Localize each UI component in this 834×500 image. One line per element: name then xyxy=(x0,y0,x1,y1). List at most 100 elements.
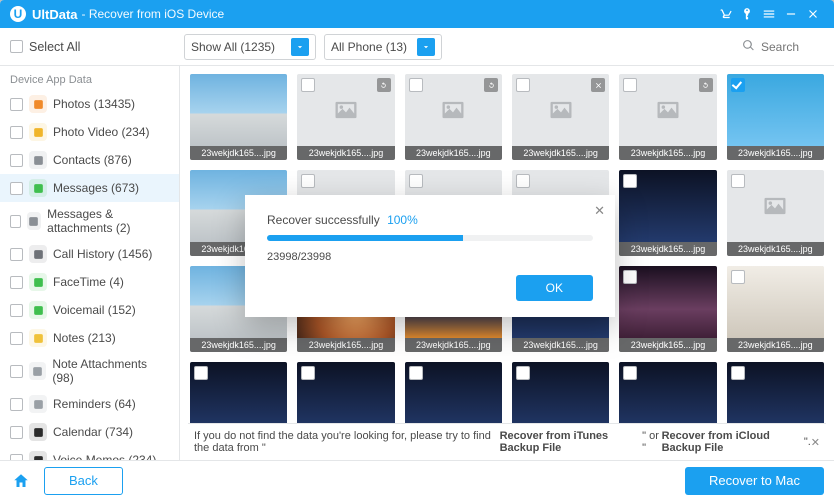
sidebar-item[interactable]: Call History (1456) xyxy=(0,240,179,268)
sidebar-item[interactable]: Voicemail (152) xyxy=(0,296,179,324)
sidebar-item[interactable]: Messages & attachments (2) xyxy=(0,202,179,240)
thumbnail-tile[interactable]: 23wekjdk165....jpg xyxy=(405,74,502,160)
category-checkbox[interactable] xyxy=(10,454,23,461)
category-checkbox[interactable] xyxy=(10,98,23,111)
category-checkbox[interactable] xyxy=(10,215,21,228)
tile-checkbox[interactable] xyxy=(731,366,745,380)
category-label: Note Attachments (98) xyxy=(52,357,169,385)
category-label: Voicemail (152) xyxy=(53,303,136,317)
category-label: Calendar (734) xyxy=(53,425,133,439)
select-all[interactable]: Select All xyxy=(10,40,176,54)
sidebar-item[interactable]: Photos (13435) xyxy=(0,90,179,118)
category-checkbox[interactable] xyxy=(10,304,23,317)
thumbnail-tile[interactable]: 23wekjdk165....jpg xyxy=(619,170,716,256)
category-checkbox[interactable] xyxy=(10,182,23,195)
tile-checkbox[interactable] xyxy=(409,78,423,92)
thumbnail-caption: 23wekjdk165....jpg xyxy=(190,338,287,352)
category-checkbox[interactable] xyxy=(10,332,23,345)
sidebar-item[interactable]: FaceTime (4) xyxy=(0,268,179,296)
thumbnail-tile[interactable]: 23wekjdk165....jpg xyxy=(619,266,716,352)
search-box[interactable] xyxy=(737,36,824,58)
thumbnail-caption: 23wekjdk165....jpg xyxy=(190,146,287,160)
filter-device-dropdown[interactable]: All Phone (13) xyxy=(324,34,442,60)
sidebar-item[interactable]: Notes (213) xyxy=(0,324,179,352)
category-checkbox[interactable] xyxy=(10,276,23,289)
category-icon xyxy=(29,301,47,319)
home-icon[interactable] xyxy=(10,470,32,492)
thumbnail-tile[interactable]: 23wekjdk165....jpg xyxy=(190,74,287,160)
modal-ok-label: OK xyxy=(546,281,563,295)
tile-checkbox[interactable] xyxy=(516,78,530,92)
app-title: UltData xyxy=(32,7,78,22)
thumbnail-caption: 23wekjdk165....jpg xyxy=(619,242,716,256)
tile-checkbox[interactable] xyxy=(516,174,530,188)
category-label: Messages & attachments (2) xyxy=(47,207,169,235)
category-icon xyxy=(29,245,47,263)
thumbnail-tile[interactable]: 23wekjdk165....jpg xyxy=(297,74,394,160)
sidebar-item[interactable]: Calendar (734) xyxy=(0,418,179,446)
thumbnail-tile[interactable]: 23wekjdk165....jpg xyxy=(727,74,824,160)
menu-icon[interactable] xyxy=(758,0,780,28)
category-icon xyxy=(29,95,47,113)
tile-checkbox[interactable] xyxy=(731,78,745,92)
thumbnail-tile[interactable]: 23wekjdk165....jpg xyxy=(619,74,716,160)
modal-close-icon[interactable]: ✕ xyxy=(594,203,605,219)
sidebar-item[interactable]: Reminders (64) xyxy=(0,390,179,418)
tile-checkbox[interactable] xyxy=(623,174,637,188)
category-icon xyxy=(29,329,47,347)
category-checkbox[interactable] xyxy=(10,248,23,261)
app-logo: U xyxy=(10,6,26,22)
thumbnail-caption: 23wekjdk165....jpg xyxy=(727,338,824,352)
info-close-icon[interactable]: ✕ xyxy=(811,436,820,449)
tile-checkbox[interactable] xyxy=(731,174,745,188)
category-label: FaceTime (4) xyxy=(53,275,124,289)
thumbnail-tile[interactable]: 23wekjdk165....jpg xyxy=(512,74,609,160)
thumbnail-tile[interactable]: 23wekjdk165....jpg xyxy=(727,170,824,256)
category-icon xyxy=(27,212,41,230)
search-input[interactable] xyxy=(759,39,819,55)
tile-checkbox[interactable] xyxy=(301,78,315,92)
select-all-label: Select All xyxy=(29,40,80,54)
tile-checkbox[interactable] xyxy=(623,78,637,92)
minimize-icon[interactable] xyxy=(780,0,802,28)
tile-checkbox[interactable] xyxy=(623,366,637,380)
tile-checkbox[interactable] xyxy=(516,366,530,380)
tile-checkbox[interactable] xyxy=(409,174,423,188)
category-icon xyxy=(29,362,47,380)
close-icon[interactable] xyxy=(802,0,824,28)
recover-button[interactable]: Recover to Mac xyxy=(685,467,824,495)
select-all-checkbox[interactable] xyxy=(10,40,23,53)
category-label: Contacts (876) xyxy=(53,153,132,167)
filter-type-dropdown[interactable]: Show All (1235) xyxy=(184,34,316,60)
recover-modal: ✕ Recover successfully 100% 23998/23998 … xyxy=(245,195,615,317)
bottom-bar: Back Recover to Mac xyxy=(0,460,834,500)
modal-ok-button[interactable]: OK xyxy=(516,275,593,301)
category-label: Notes (213) xyxy=(53,331,116,345)
sidebar-item[interactable]: Contacts (876) xyxy=(0,146,179,174)
tile-checkbox[interactable] xyxy=(194,366,208,380)
tile-checkbox[interactable] xyxy=(301,174,315,188)
sidebar-item[interactable]: Voice Memos (234) xyxy=(0,446,179,460)
category-checkbox[interactable] xyxy=(10,398,23,411)
sidebar-item[interactable]: Photo Video (234) xyxy=(0,118,179,146)
cart-icon[interactable] xyxy=(714,0,736,28)
sidebar[interactable]: Device App Data Photos (13435) Photo Vid… xyxy=(0,66,180,460)
info-text-post: ". xyxy=(804,436,811,448)
tile-checkbox[interactable] xyxy=(301,366,315,380)
sidebar-item[interactable]: Note Attachments (98) xyxy=(0,352,179,390)
sidebar-item[interactable]: Messages (673) xyxy=(0,174,179,202)
thumbnail-tile[interactable]: 23wekjdk165....jpg xyxy=(727,266,824,352)
tile-checkbox[interactable] xyxy=(623,270,637,284)
tile-checkbox[interactable] xyxy=(409,366,423,380)
info-link-icloud[interactable]: Recover from iCloud Backup File xyxy=(662,430,804,454)
category-checkbox[interactable] xyxy=(10,365,23,378)
key-icon[interactable] xyxy=(736,0,758,28)
category-checkbox[interactable] xyxy=(10,426,23,439)
category-checkbox[interactable] xyxy=(10,154,23,167)
info-link-itunes[interactable]: Recover from iTunes Backup File xyxy=(500,430,643,454)
category-checkbox[interactable] xyxy=(10,126,23,139)
tile-checkbox[interactable] xyxy=(731,270,745,284)
recover-label: Recover to Mac xyxy=(709,473,800,488)
category-icon xyxy=(29,451,47,460)
back-button[interactable]: Back xyxy=(44,467,123,495)
